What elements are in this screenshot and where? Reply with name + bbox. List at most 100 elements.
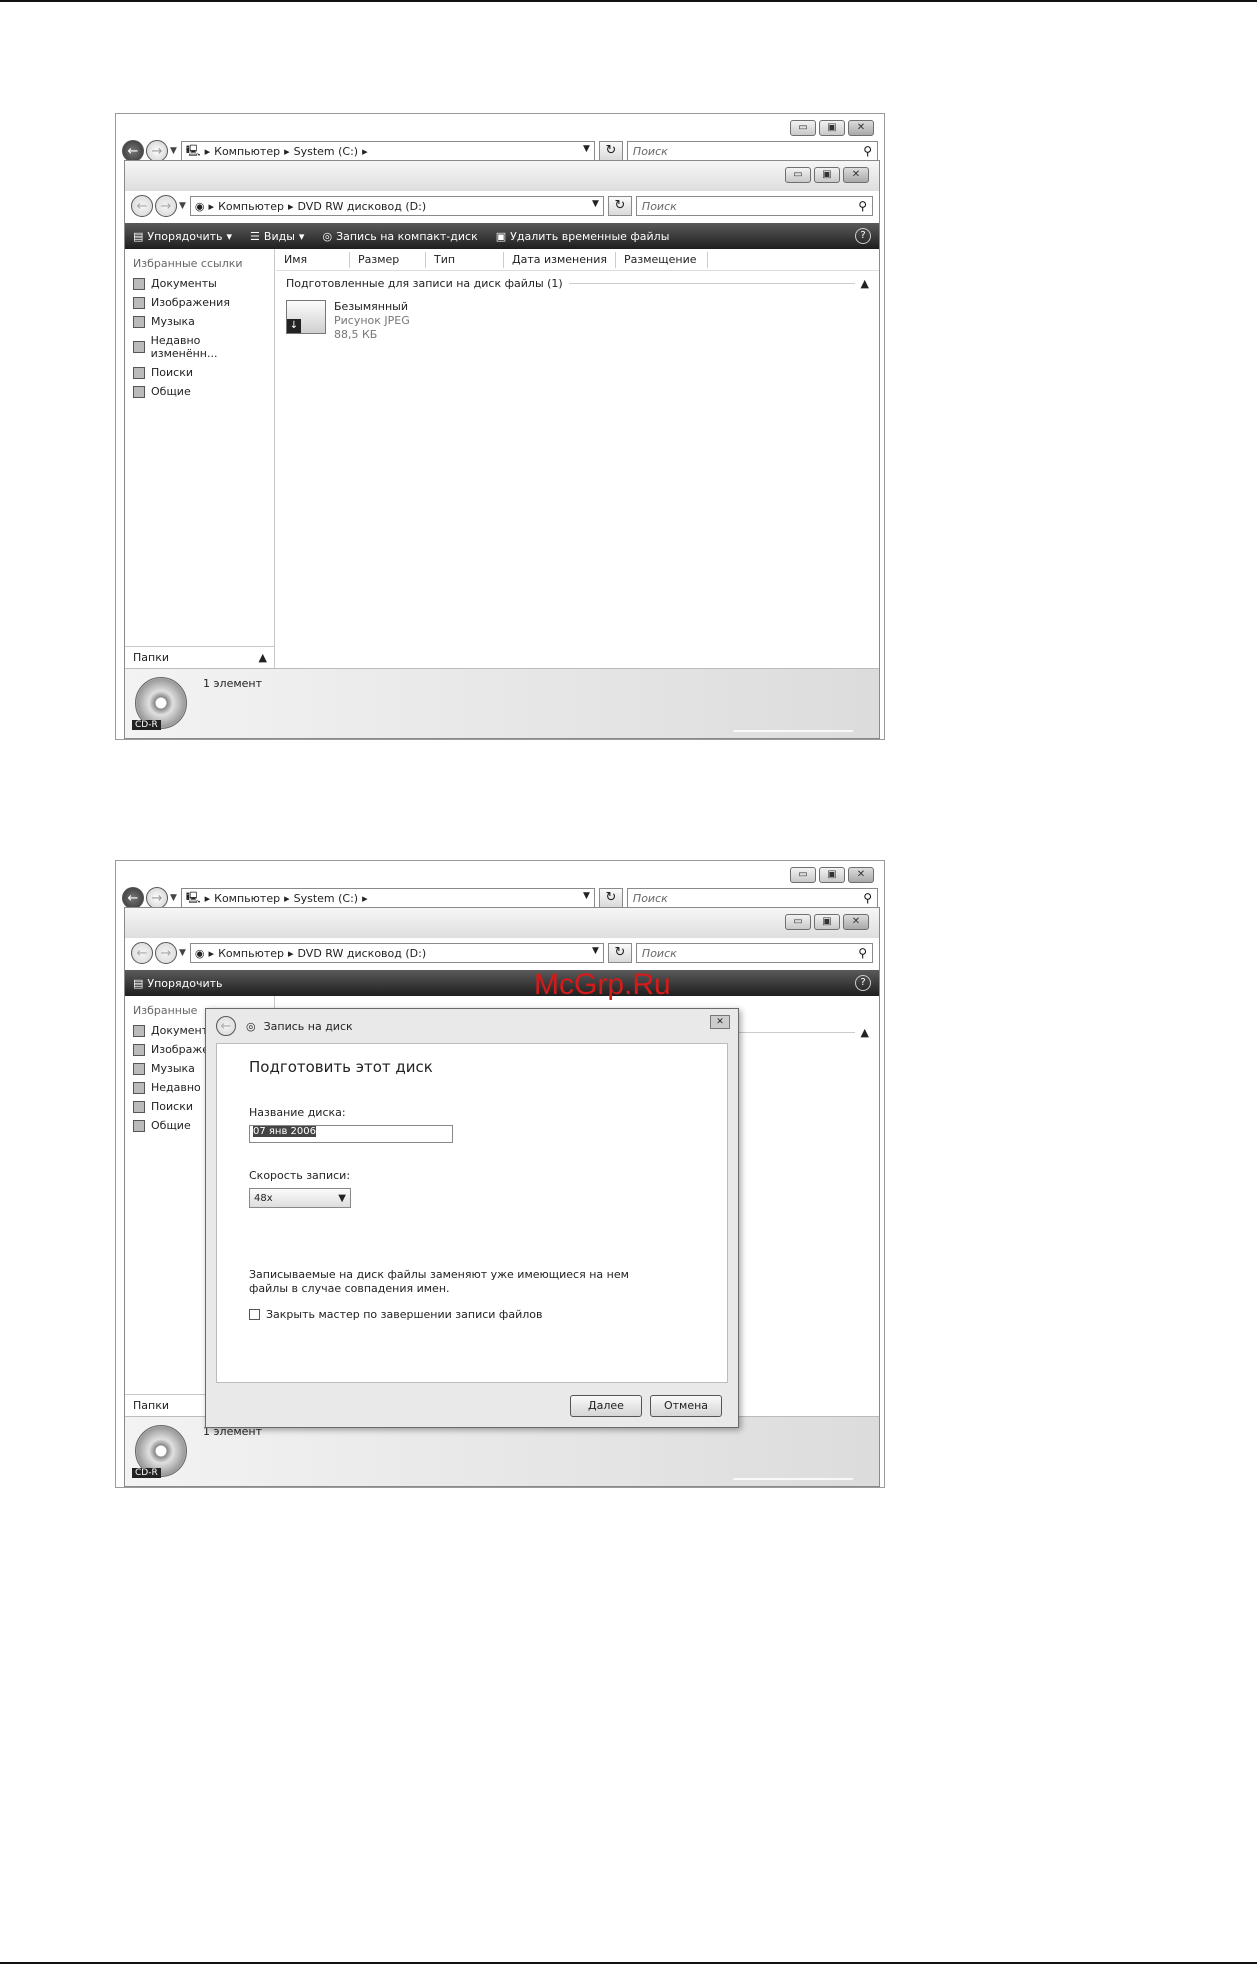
- dvd-drive-icon: ◉: [194, 946, 205, 960]
- outer-address-bar[interactable]: 🖳 ▸ Компьютер ▸ System (C:) ▸ ▼: [180, 888, 595, 908]
- refresh-icon[interactable]: ↻: [598, 888, 623, 908]
- overwrite-note: Записываемые на диск файлы заменяют уже …: [249, 1268, 629, 1295]
- minimize-icon[interactable]: ▭: [790, 867, 816, 883]
- breadcrumb-system-c[interactable]: System (C:): [294, 145, 359, 158]
- collapse-icon[interactable]: ▲: [861, 1026, 869, 1039]
- maximize-icon[interactable]: ▣: [819, 120, 845, 136]
- sidebar-item-public[interactable]: Общие: [125, 382, 274, 401]
- group-header[interactable]: Подготовленные для записи на диск файлы …: [276, 271, 879, 296]
- speed-select[interactable]: 48x ▼: [249, 1188, 351, 1208]
- sidebar-item-recent[interactable]: Недавно изменённ...: [125, 331, 274, 363]
- documents-icon: [133, 277, 145, 290]
- forward-icon[interactable]: →: [155, 195, 177, 217]
- organize-button[interactable]: ▤ Упорядочить: [133, 977, 223, 990]
- views-button[interactable]: ☰ Виды ▾: [250, 230, 304, 243]
- back-icon[interactable]: ←: [131, 195, 153, 217]
- delete-temp-files-button[interactable]: ▣ Удалить временные файлы: [496, 230, 670, 243]
- maximize-icon[interactable]: ▣: [814, 914, 840, 930]
- outer-search-input[interactable]: Поиск ⚲: [626, 141, 878, 161]
- close-icon[interactable]: ✕: [843, 914, 869, 930]
- list-item[interactable]: ↓ Безымянный Рисунок JPEG 88,5 КБ: [276, 296, 879, 346]
- close-icon[interactable]: ✕: [710, 1015, 730, 1029]
- column-location[interactable]: Размещение: [616, 251, 708, 268]
- breadcrumb-computer[interactable]: Компьютер: [218, 947, 284, 960]
- explorer-address-row: ← → ▼ ◉ ▸ Компьютер ▸ DVD RW дисковод (D:)…: [125, 193, 879, 219]
- close-wizard-label: Закрыть мастер по завершении записи файл…: [266, 1308, 543, 1321]
- speed-label: Скорость записи:: [249, 1169, 351, 1182]
- close-icon[interactable]: ✕: [843, 167, 869, 183]
- burn-disc-dialog: ← ◎ Запись на диск ✕ Подготовить этот ди…: [205, 1008, 739, 1428]
- search-icon[interactable]: ⚲: [863, 144, 872, 158]
- next-button[interactable]: Далее: [570, 1395, 642, 1417]
- maximize-icon[interactable]: ▣: [819, 867, 845, 883]
- address-dropdown-icon[interactable]: ▼: [592, 946, 599, 956]
- column-size[interactable]: Размер: [350, 251, 426, 268]
- public-icon: [133, 1119, 145, 1132]
- decorative-swoosh: [732, 682, 882, 732]
- organize-button[interactable]: ▤ Упорядочить ▾: [133, 230, 232, 243]
- column-type[interactable]: Тип: [426, 251, 504, 268]
- back-icon[interactable]: ←: [122, 140, 144, 162]
- explorer-address-bar[interactable]: ◉ ▸ Компьютер ▸ DVD RW дисковод (D:) ▼: [189, 943, 604, 963]
- maximize-icon[interactable]: ▣: [814, 167, 840, 183]
- history-dropdown-icon[interactable]: ▼: [179, 948, 186, 958]
- refresh-icon[interactable]: ↻: [598, 141, 623, 161]
- refresh-icon[interactable]: ↻: [607, 196, 632, 216]
- refresh-icon[interactable]: ↻: [607, 943, 632, 963]
- breadcrumb-system-c[interactable]: System (C:): [294, 892, 359, 905]
- close-icon[interactable]: ✕: [848, 867, 874, 883]
- item-count: 1 элемент: [203, 677, 262, 690]
- pictures-icon: [133, 296, 145, 309]
- outer-address-bar[interactable]: 🖳 ▸ Компьютер ▸ System (C:) ▸ ▼: [180, 141, 595, 161]
- forward-icon[interactable]: →: [155, 942, 177, 964]
- history-dropdown-icon[interactable]: ▼: [179, 201, 186, 211]
- cancel-button[interactable]: Отмена: [650, 1395, 722, 1417]
- history-dropdown-icon[interactable]: ▼: [170, 146, 177, 156]
- minimize-icon[interactable]: ▭: [785, 914, 811, 930]
- disc-name-input[interactable]: 07 янв 2006: [249, 1125, 453, 1143]
- address-dropdown-icon[interactable]: ▼: [583, 144, 590, 154]
- breadcrumb-dvd-drive[interactable]: DVD RW дисковод (D:): [298, 947, 427, 960]
- close-wizard-checkbox[interactable]: [249, 1309, 260, 1320]
- collapse-icon[interactable]: ▲: [861, 277, 869, 290]
- search-icon[interactable]: ⚲: [858, 946, 867, 960]
- search-icon[interactable]: ⚲: [863, 891, 872, 905]
- chevron-down-icon: ▼: [338, 1192, 346, 1204]
- minimize-icon[interactable]: ▭: [790, 120, 816, 136]
- back-icon[interactable]: ←: [122, 887, 144, 909]
- address-dropdown-icon[interactable]: ▼: [592, 199, 599, 209]
- breadcrumb-dvd-drive[interactable]: DVD RW дисковод (D:): [298, 200, 427, 213]
- sidebar-item-music[interactable]: Музыка: [125, 312, 274, 331]
- sidebar-item-pictures[interactable]: Изображения: [125, 293, 274, 312]
- search-icon[interactable]: ⚲: [858, 199, 867, 213]
- breadcrumb-computer[interactable]: Компьютер: [214, 892, 280, 905]
- explorer-search-input[interactable]: Поиск ⚲: [635, 943, 873, 963]
- back-icon[interactable]: ←: [216, 1016, 236, 1036]
- minimize-icon[interactable]: ▭: [785, 167, 811, 183]
- sidebar-item-searches[interactable]: Поиски: [125, 363, 274, 382]
- explorer-search-input[interactable]: Поиск ⚲: [635, 196, 873, 216]
- address-dropdown-icon[interactable]: ▼: [583, 891, 590, 901]
- breadcrumb-computer[interactable]: Компьютер: [218, 200, 284, 213]
- column-name[interactable]: Имя: [276, 251, 350, 268]
- back-icon[interactable]: ←: [131, 942, 153, 964]
- decorative-swoosh: [732, 1430, 882, 1480]
- file-list: Имя Размер Тип Дата изменения Размещение…: [276, 249, 879, 668]
- breadcrumb-computer[interactable]: Компьютер: [214, 145, 280, 158]
- burn-to-disc-button[interactable]: ◎ Запись на компакт-диск: [322, 230, 477, 243]
- explorer-address-bar[interactable]: ◉ ▸ Компьютер ▸ DVD RW дисковод (D:) ▼: [189, 196, 604, 216]
- help-icon[interactable]: ?: [855, 228, 871, 244]
- dialog-title: Запись на диск: [263, 1019, 353, 1033]
- column-date-modified[interactable]: Дата изменения: [504, 251, 616, 268]
- forward-icon[interactable]: →: [146, 887, 168, 909]
- outer-search-input[interactable]: Поиск ⚲: [626, 888, 878, 908]
- forward-icon[interactable]: →: [146, 140, 168, 162]
- cd-disc-icon: CD-R: [132, 1425, 187, 1478]
- file-name: Безымянный: [334, 300, 408, 313]
- help-icon[interactable]: ?: [855, 975, 871, 991]
- folders-toggle[interactable]: Папки▲: [125, 646, 275, 668]
- history-dropdown-icon[interactable]: ▼: [170, 893, 177, 903]
- close-icon[interactable]: ✕: [848, 120, 874, 136]
- close-wizard-option[interactable]: Закрыть мастер по завершении записи файл…: [249, 1308, 695, 1321]
- sidebar-item-documents[interactable]: Документы: [125, 274, 274, 293]
